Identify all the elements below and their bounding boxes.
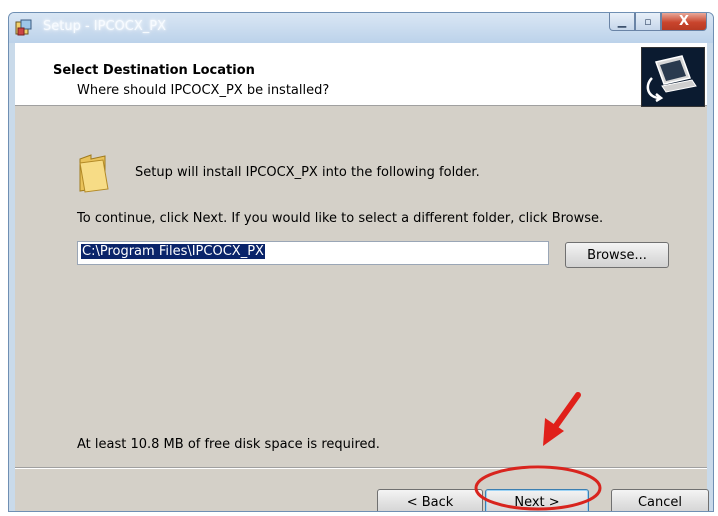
folder-icon	[79, 154, 109, 193]
destination-path-input[interactable]: C:\Program Files\IPCOCX_PX	[77, 241, 549, 265]
cancel-button[interactable]: Cancel	[611, 489, 709, 511]
instruction-text: To continue, click Next. If you would li…	[77, 211, 604, 226]
maximize-icon: ▫	[644, 15, 652, 28]
close-icon: X	[678, 14, 690, 29]
minimize-icon: ▁	[617, 15, 627, 28]
destination-path-value: C:\Program Files\IPCOCX_PX	[81, 244, 265, 259]
next-button[interactable]: Next >	[485, 489, 589, 511]
intro-text: Setup will install IPCOCX_PX into the fo…	[135, 165, 480, 180]
window-title: Setup - IPCOCX_PX	[43, 19, 167, 34]
computer-install-graphic	[641, 47, 705, 107]
page-title: Select Destination Location	[53, 63, 255, 78]
footer-divider	[15, 467, 707, 469]
title-bar[interactable]: Setup - IPCOCX_PX ▁ ▫ X	[9, 13, 713, 43]
minimize-button[interactable]: ▁	[609, 13, 635, 31]
close-button[interactable]: X	[661, 13, 707, 31]
setup-window: Setup - IPCOCX_PX ▁ ▫ X Select Destinati…	[8, 12, 714, 512]
wizard-client-area: Select Destination Location Where should…	[15, 43, 709, 511]
setup-app-icon	[15, 19, 32, 36]
wizard-header: Select Destination Location Where should…	[15, 43, 707, 107]
page-subtitle: Where should IPCOCX_PX be installed?	[77, 83, 330, 98]
disk-space-text: At least 10.8 MB of free disk space is r…	[77, 437, 380, 452]
back-button[interactable]: < Back	[377, 489, 483, 511]
maximize-button[interactable]: ▫	[635, 13, 661, 31]
browse-button[interactable]: Browse...	[565, 242, 669, 268]
